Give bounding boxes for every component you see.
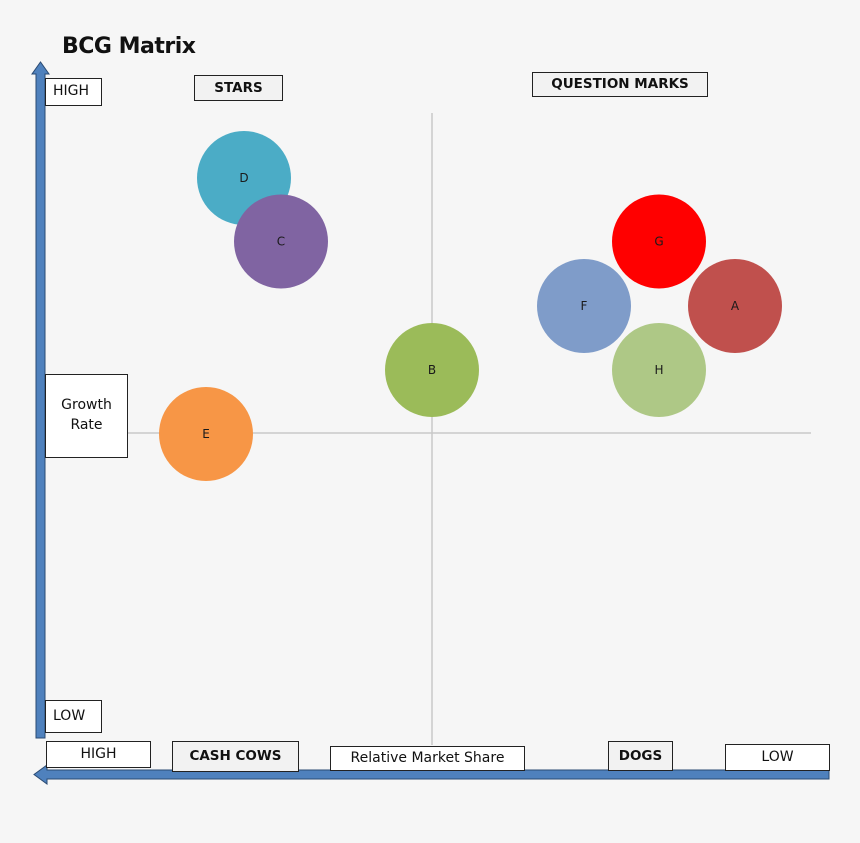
bubble-label-e: E xyxy=(202,427,210,441)
x-axis-title: Relative Market Share xyxy=(330,746,525,771)
bubble-label-b: B xyxy=(428,363,436,377)
y-axis-high-label: HIGH xyxy=(45,78,102,106)
x-axis-high-label: HIGH xyxy=(46,741,151,768)
quadrant-label-stars: STARS xyxy=(194,75,283,101)
quadrant-label-question-marks: QUESTION MARKS xyxy=(532,72,708,97)
y-axis-title: Growth Rate xyxy=(45,374,128,458)
bubble-label-h: H xyxy=(654,363,663,377)
bubble-label-d: D xyxy=(239,171,248,185)
y-axis-low-label: LOW xyxy=(45,700,102,733)
bubble-label-c: C xyxy=(277,235,285,249)
x-axis-low-label: LOW xyxy=(725,744,830,771)
bubble-label-a: A xyxy=(731,299,740,313)
bubble-label-f: F xyxy=(581,299,588,313)
quadrant-label-cash-cows: CASH COWS xyxy=(172,741,299,772)
quadrant-label-dogs: DOGS xyxy=(608,741,673,771)
bubble-label-g: G xyxy=(654,235,663,249)
bubble-series: D C G F A B H E xyxy=(159,131,782,481)
bcg-matrix-chart: D C G F A B H E xyxy=(31,61,830,785)
